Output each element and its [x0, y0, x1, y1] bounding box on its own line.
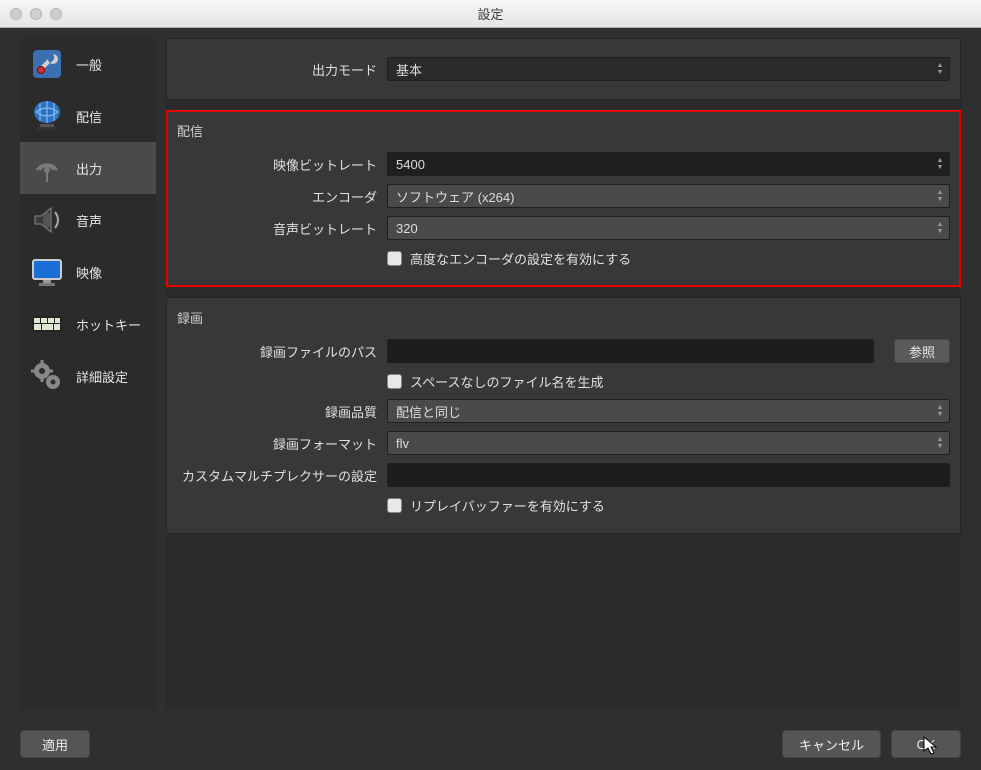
muxer-label: カスタムマルチプレクサーの設定	[177, 466, 377, 485]
sidebar-item-advanced[interactable]: 詳細設定	[20, 350, 156, 402]
speaker-icon	[26, 199, 68, 241]
no-space-filename-label: スペースなしのファイル名を生成	[410, 372, 603, 391]
output-mode-select[interactable]: 基本	[387, 57, 950, 81]
monitor-icon	[26, 251, 68, 293]
video-bitrate-label: 映像ビットレート	[177, 155, 377, 174]
sidebar-item-label: 映像	[76, 263, 102, 282]
streaming-title: 配信	[167, 121, 960, 148]
sidebar-item-video[interactable]: 映像	[20, 246, 156, 298]
recording-path-input[interactable]	[387, 339, 874, 363]
sidebar-item-label: 詳細設定	[76, 367, 128, 386]
cancel-button[interactable]: キャンセル	[782, 730, 881, 758]
footer: 適用 キャンセル OK	[20, 730, 961, 758]
recording-format-select[interactable]: flv	[387, 431, 950, 455]
recording-format-label: 録画フォーマット	[177, 434, 377, 453]
window-body: 一般 配信	[0, 28, 981, 770]
browse-button-label: 参照	[909, 342, 935, 361]
sidebar-item-label: 音声	[76, 211, 102, 230]
minimize-window-icon[interactable]	[30, 8, 42, 20]
globe-icon	[26, 95, 68, 137]
audio-bitrate-select[interactable]: 320	[387, 216, 950, 240]
keyboard-icon	[26, 303, 68, 345]
antenna-icon	[26, 147, 68, 189]
recording-quality-select[interactable]: 配信と同じ	[387, 399, 950, 423]
ok-button[interactable]: OK	[891, 730, 961, 758]
muxer-input[interactable]	[387, 463, 950, 487]
encoder-select[interactable]: ソフトウェア (x264)	[387, 184, 950, 208]
gears-icon	[26, 355, 68, 397]
close-window-icon[interactable]	[10, 8, 22, 20]
recording-path-label: 録画ファイルのパス	[177, 342, 377, 361]
sidebar-item-stream[interactable]: 配信	[20, 90, 156, 142]
streaming-panel: 配信 映像ビットレート 5400 ▲▼ エンコーダ ソフトウェア (x264)	[166, 110, 961, 287]
cancel-button-label: キャンセル	[799, 735, 864, 754]
main-panel: 出力モード 基本 ▲▼ 配信 映像ビットレート 5400	[166, 38, 961, 710]
sidebar-item-label: 出力	[76, 159, 102, 178]
zoom-window-icon[interactable]	[50, 8, 62, 20]
recording-panel: 録画 録画ファイルのパス 参照 スペースなしのファイル名を生成	[166, 297, 961, 534]
recording-quality-value: 配信と同じ	[396, 402, 461, 421]
advanced-encoder-checkbox[interactable]	[387, 251, 402, 266]
encoder-label: エンコーダ	[177, 187, 377, 206]
encoder-value: ソフトウェア (x264)	[396, 187, 514, 206]
audio-bitrate-value: 320	[396, 221, 418, 236]
replay-buffer-label: リプレイバッファーを有効にする	[410, 496, 605, 515]
sidebar-item-label: ホットキー	[76, 315, 141, 334]
sidebar-item-audio[interactable]: 音声	[20, 194, 156, 246]
apply-button-label: 適用	[42, 735, 68, 754]
video-bitrate-value: 5400	[396, 157, 425, 172]
recording-quality-label: 録画品質	[177, 402, 377, 421]
apply-button[interactable]: 適用	[20, 730, 90, 758]
replay-buffer-checkbox[interactable]	[387, 498, 402, 513]
sidebar-item-label: 配信	[76, 107, 102, 126]
sidebar-item-general[interactable]: 一般	[20, 38, 156, 90]
ok-button-label: OK	[917, 737, 936, 752]
wrench-icon	[26, 43, 68, 85]
titlebar: 設定	[0, 0, 981, 28]
no-space-filename-checkbox[interactable]	[387, 374, 402, 389]
window-title: 設定	[0, 4, 981, 23]
output-mode-value: 基本	[396, 60, 422, 79]
sidebar: 一般 配信	[20, 38, 156, 710]
sidebar-item-hotkeys[interactable]: ホットキー	[20, 298, 156, 350]
output-mode-label: 出力モード	[177, 60, 377, 79]
sidebar-item-label: 一般	[76, 55, 102, 74]
recording-title: 録画	[167, 308, 960, 335]
audio-bitrate-label: 音声ビットレート	[177, 219, 377, 238]
output-mode-panel: 出力モード 基本 ▲▼	[166, 38, 961, 100]
browse-button[interactable]: 参照	[894, 339, 950, 363]
video-bitrate-input[interactable]: 5400	[387, 152, 950, 176]
window-controls	[10, 8, 62, 20]
recording-format-value: flv	[396, 436, 409, 451]
sidebar-item-output[interactable]: 出力	[20, 142, 156, 194]
advanced-encoder-checkbox-label: 高度なエンコーダの設定を有効にする	[410, 249, 631, 268]
